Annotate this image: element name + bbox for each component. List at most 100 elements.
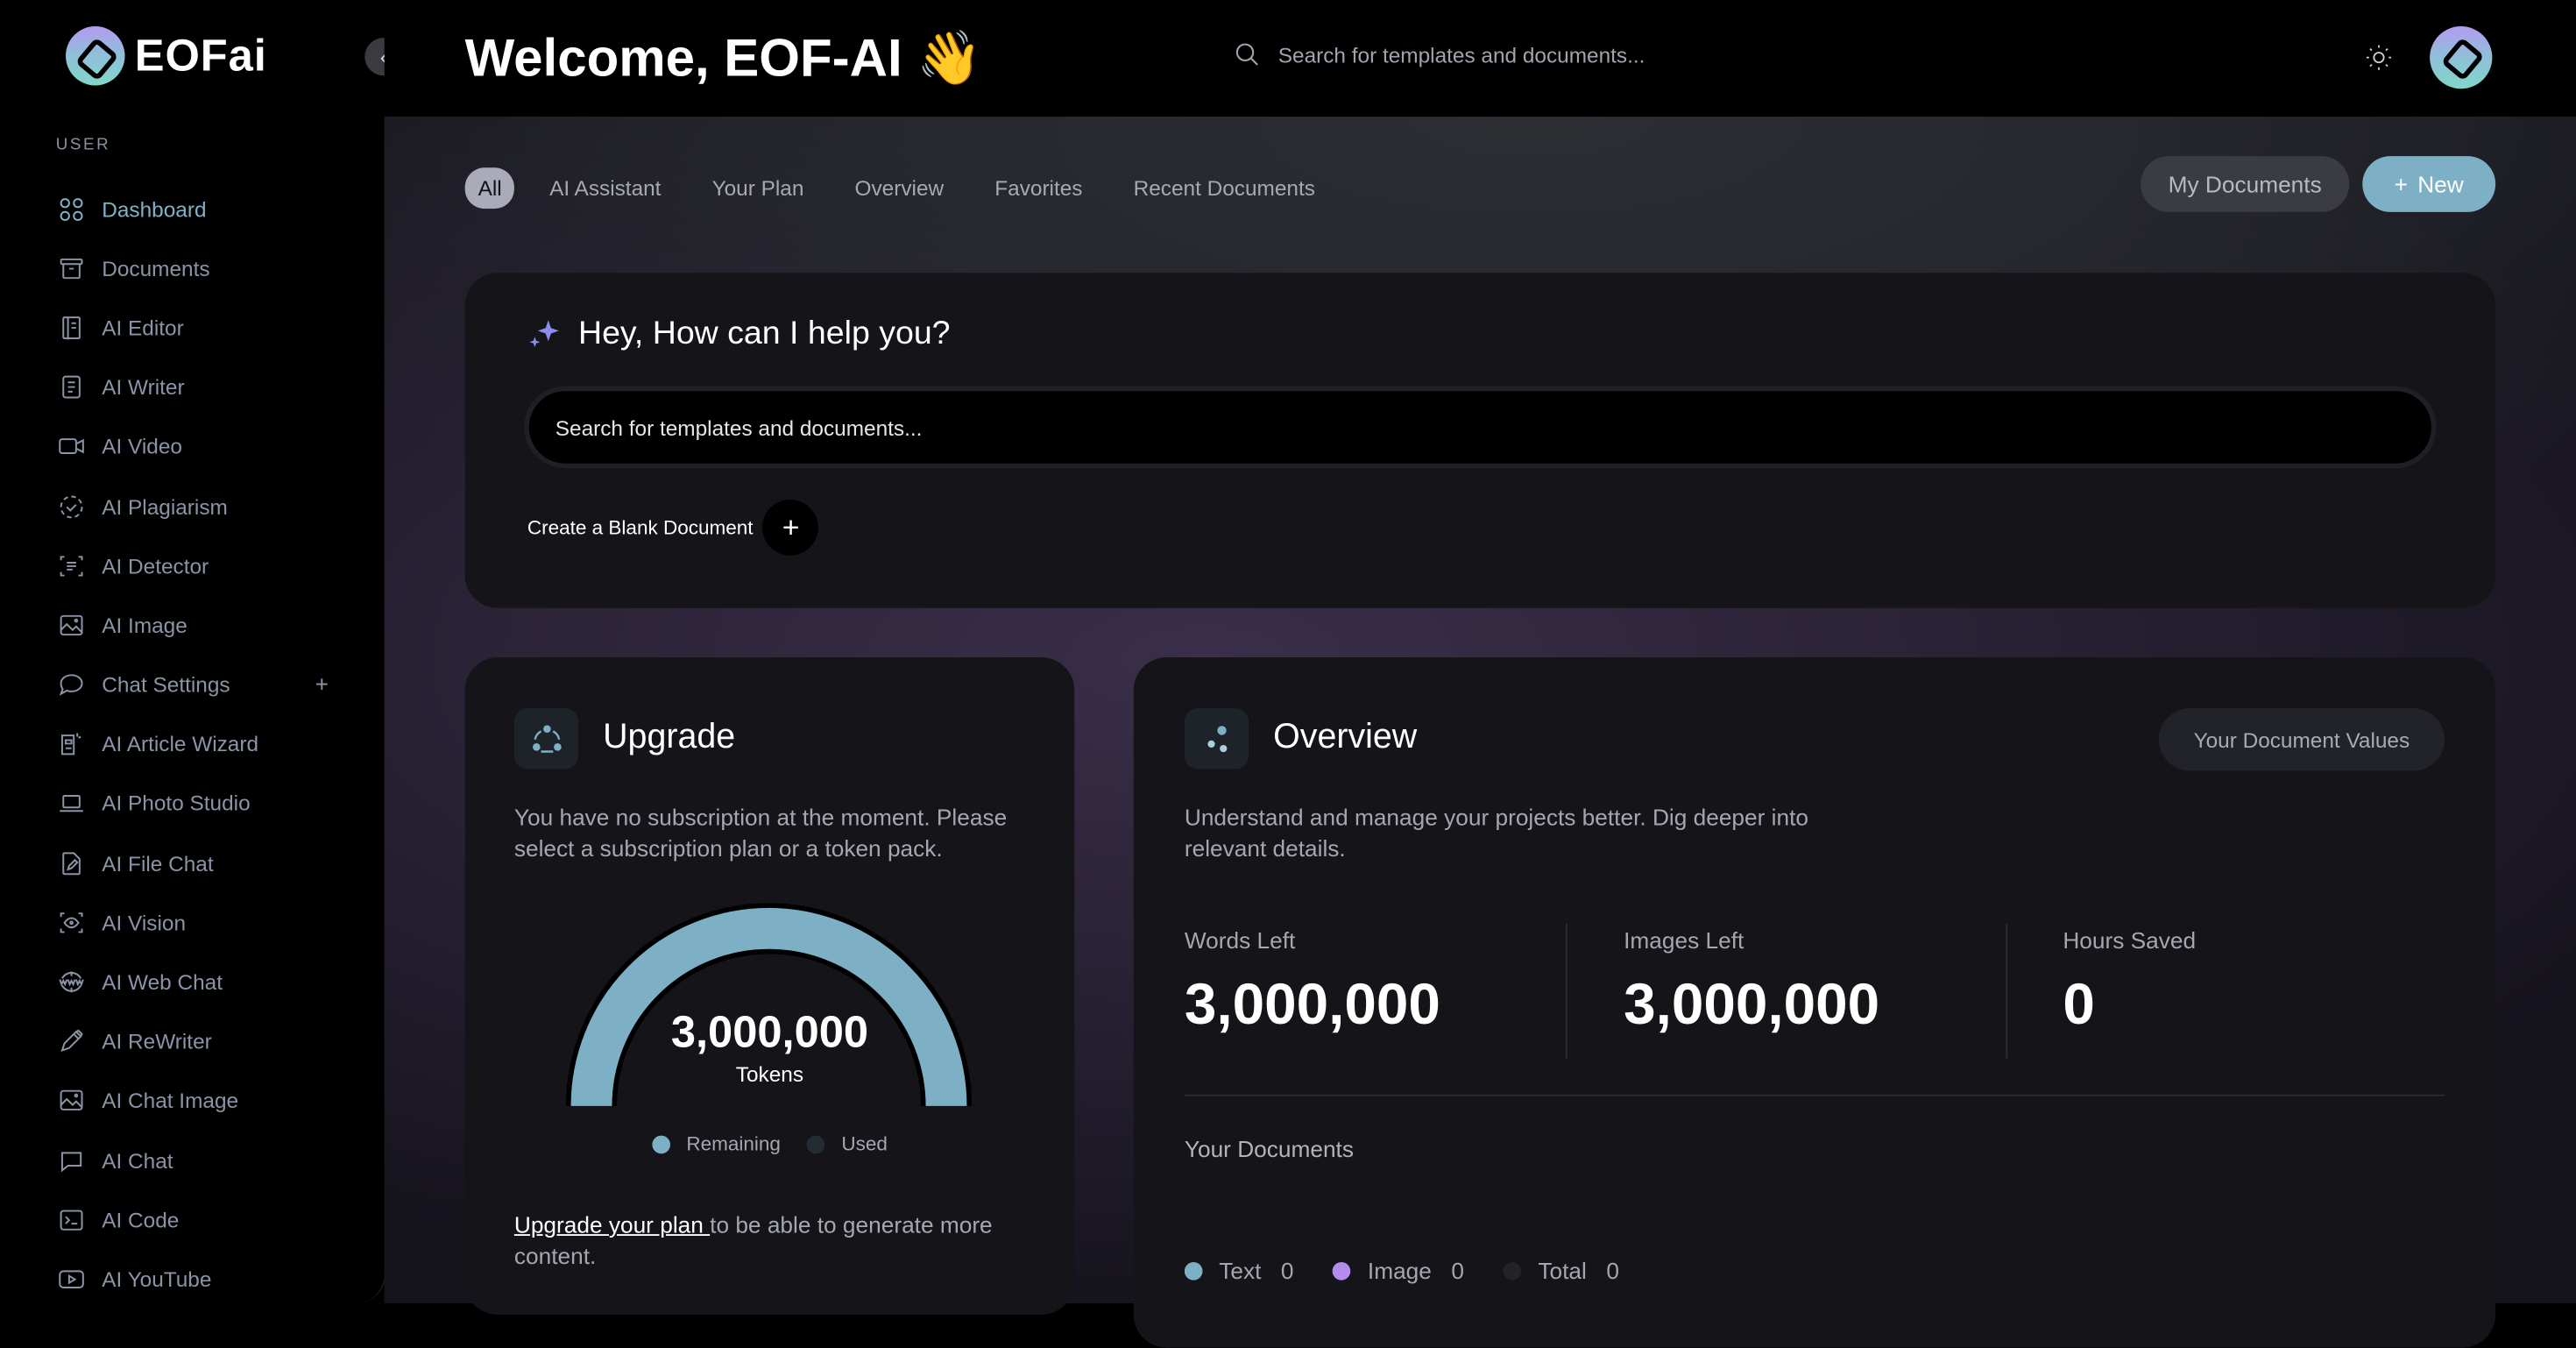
sidebar-item-ai-chat[interactable]: AI Chat xyxy=(56,1131,352,1190)
assistant-search-placeholder: Search for templates and documents... xyxy=(555,415,923,440)
page-title: Welcome, EOF-AI 👋 xyxy=(464,27,982,88)
upgrade-icon-box xyxy=(513,708,578,770)
stat-value: 3,000,000 xyxy=(1624,973,1880,1038)
notebook-icon xyxy=(56,313,86,343)
play-box-icon xyxy=(56,1265,86,1295)
legend-remaining: Remaining xyxy=(651,1132,781,1156)
sidebar-item-label: AI Editor xyxy=(102,315,184,341)
sidebar-item-ai-chat-image[interactable]: AI Chat Image xyxy=(56,1071,352,1131)
sidebar-item-label: Documents xyxy=(102,256,210,281)
tab-recent-documents[interactable]: Recent Documents xyxy=(1117,167,1332,209)
sidebar-item-label: AI Chat Image xyxy=(102,1089,239,1114)
assistant-heading: Hey, How can I help you? xyxy=(526,316,951,353)
remaining-dot-icon xyxy=(651,1134,670,1153)
document-values-button[interactable]: Your Document Values xyxy=(2158,708,2445,771)
divider xyxy=(1184,1094,2445,1096)
sidebar-item-ai-detector[interactable]: AI Detector xyxy=(56,536,352,595)
sidebar-item-dashboard[interactable]: Dashboard xyxy=(56,179,352,238)
overview-title: Overview xyxy=(1273,718,1418,756)
scan-text-icon xyxy=(56,551,86,581)
tab-your-plan[interactable]: Your Plan xyxy=(696,167,820,209)
sidebar-item-chat-settings[interactable]: Chat Settings + xyxy=(56,655,352,714)
tab-favorites[interactable]: Favorites xyxy=(979,167,1100,209)
header-search[interactable]: Search for templates and documents... xyxy=(1232,39,1645,69)
expand-plus-icon[interactable]: + xyxy=(315,670,329,696)
share-nodes-icon xyxy=(532,724,561,752)
sidebar-item-ai-editor[interactable]: AI Editor xyxy=(56,298,352,358)
logo-icon xyxy=(66,26,125,86)
sidebar-item-label: AI Video xyxy=(102,434,182,459)
pencil-icon xyxy=(56,1026,86,1056)
sidebar-item-label: AI Photo Studio xyxy=(102,791,251,816)
tokens-label: Tokens xyxy=(735,1061,804,1087)
www-globe-icon xyxy=(56,967,86,997)
my-documents-button[interactable]: My Documents xyxy=(2141,156,2350,212)
dots-icon xyxy=(1207,725,1227,752)
scan-eye-icon xyxy=(56,908,86,938)
assistant-search-input[interactable]: Search for templates and documents... xyxy=(524,386,2437,469)
sidebar-item-label: AI Web Chat xyxy=(102,969,223,995)
sidebar-item-documents[interactable]: Documents xyxy=(56,238,352,298)
legend-image-value: 0 xyxy=(1451,1257,1465,1284)
sidebar-item-label: Chat Settings xyxy=(102,672,230,698)
tab-overview[interactable]: Overview xyxy=(839,167,960,209)
sidebar-item-label: AI File Chat xyxy=(102,850,214,876)
user-avatar[interactable] xyxy=(2430,26,2493,89)
dashed-check-circle-icon xyxy=(56,492,86,521)
legend-remaining-label: Remaining xyxy=(686,1132,781,1156)
main-content: All AI Assistant Your Plan Overview Favo… xyxy=(384,117,2576,1348)
sidebar-item-ai-video[interactable]: AI Video xyxy=(56,417,352,477)
new-button[interactable]: + New xyxy=(2362,156,2496,212)
stat-value: 3,000,000 xyxy=(1184,973,1440,1038)
legend-total-label: Total xyxy=(1538,1257,1587,1284)
video-camera-icon xyxy=(56,432,86,462)
legend-image: Image 0 xyxy=(1333,1257,1465,1284)
upgrade-card: Upgrade You have no subscription at the … xyxy=(464,657,1075,1315)
create-blank-document[interactable]: Create a Blank Document + xyxy=(527,500,819,556)
sidebar-item-label: AI Writer xyxy=(102,374,185,400)
sidebar-item-label: AI Plagiarism xyxy=(102,493,228,519)
legend-text: Text 0 xyxy=(1184,1257,1294,1284)
sidebar-item-ai-rewriter[interactable]: AI ReWriter xyxy=(56,1011,352,1071)
sidebar-item-ai-writer[interactable]: AI Writer xyxy=(56,358,352,417)
tab-ai-assistant[interactable]: AI Assistant xyxy=(533,167,677,209)
sidebar-item-label: AI Detector xyxy=(102,553,209,578)
image-icon xyxy=(56,1086,86,1116)
sidebar-item-ai-youtube[interactable]: AI YouTube xyxy=(56,1250,352,1309)
overview-card: Overview Your Document Values Understand… xyxy=(1133,657,2496,1348)
gauge-legend: Remaining Used xyxy=(465,1132,1075,1155)
theme-toggle-button[interactable] xyxy=(2364,43,2394,73)
upgrade-description: You have no subscription at the moment. … xyxy=(513,803,1008,862)
sidebar-item-ai-vision[interactable]: AI Vision xyxy=(56,893,352,953)
header-search-placeholder[interactable]: Search for templates and documents... xyxy=(1278,42,1645,67)
stat-words-left: Words Left 3,000,000 xyxy=(1185,924,1567,1059)
sidebar-item-ai-file-chat[interactable]: AI File Chat xyxy=(56,834,352,893)
sidebar-item-ai-article-wizard[interactable]: AI Article Wizard xyxy=(56,714,352,774)
upgrade-plan-link[interactable]: Upgrade your plan xyxy=(514,1211,710,1238)
sidebar-item-ai-plagiarism[interactable]: AI Plagiarism xyxy=(56,477,352,536)
create-blank-document-button[interactable]: + xyxy=(762,500,819,556)
legend-total-value: 0 xyxy=(1606,1257,1619,1284)
your-documents-heading: Your Documents xyxy=(1184,1135,1354,1162)
stat-hours-saved: Hours Saved 0 xyxy=(2005,923,2445,1059)
logo[interactable]: EOFai xyxy=(66,26,267,86)
create-blank-document-label: Create a Blank Document xyxy=(527,515,754,539)
sidebar-item-ai-code[interactable]: AI Code xyxy=(56,1190,352,1250)
stat-label: Images Left xyxy=(1624,926,1744,954)
ai-assistant-card: Hey, How can I help you? Search for temp… xyxy=(464,273,2496,608)
top-header: Welcome, EOF-AI 👋 Search for templates a… xyxy=(384,0,2576,117)
sidebar-item-ai-web-chat[interactable]: AI Web Chat xyxy=(56,952,352,1011)
sidebar-item-label: AI Image xyxy=(102,613,188,638)
tab-all[interactable]: All xyxy=(464,167,515,209)
chat-dots-icon xyxy=(56,1146,86,1175)
legend-text-label: Text xyxy=(1219,1257,1262,1284)
new-button-label: New xyxy=(2417,171,2464,197)
documents-legend: Text 0 Image 0 Total 0 xyxy=(1184,1257,1619,1284)
sidebar-item-ai-photo-studio[interactable]: AI Photo Studio xyxy=(56,774,352,834)
file-edit-icon xyxy=(56,848,86,878)
upgrade-footer: Upgrade your plan to be able to generate… xyxy=(514,1210,1040,1272)
image-icon xyxy=(56,610,86,640)
sidebar-item-ai-image[interactable]: AI Image xyxy=(56,595,352,655)
archive-box-icon xyxy=(56,253,86,283)
document-text-icon xyxy=(56,372,86,402)
